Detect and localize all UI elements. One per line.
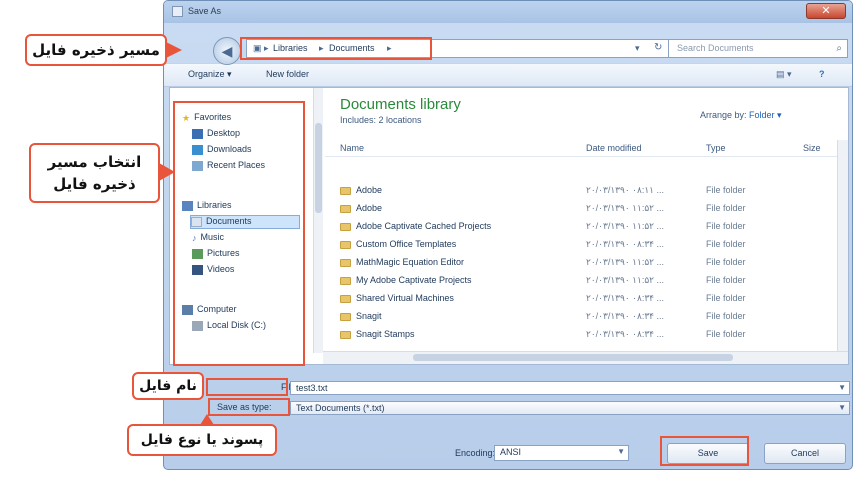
help-icon[interactable]: ? <box>819 69 825 79</box>
folder-icon <box>340 330 351 339</box>
select-path-callout-pointer <box>159 163 175 181</box>
column-headers: Name Date modified Type Size <box>325 140 838 157</box>
horizontal-scroll-thumb[interactable] <box>413 354 733 361</box>
file-list-vertical-scrollbar[interactable] <box>837 140 848 353</box>
arrange-by: Arrange by: Folder ▾ <box>700 110 782 120</box>
file-row[interactable]: Shared Virtual Machines ۲۰/۰۳/۱۳۹۰ ۰۸:۳۴ … <box>340 293 746 307</box>
file-name-callout: نام فایل <box>132 372 204 400</box>
navigation-scrollbar[interactable] <box>313 88 323 353</box>
navigation-scroll-thumb[interactable] <box>315 123 322 213</box>
file-row[interactable]: Snagit Stamps ۲۰/۰۳/۱۳۹۰ ۰۸:۳۴ ... File fo… <box>340 329 746 343</box>
folder-icon <box>340 186 351 195</box>
folder-icon <box>340 222 351 231</box>
encoding-select[interactable]: ANSI ▼ <box>494 445 629 461</box>
file-row[interactable]: MathMagic Equation Editor ۲۰/۰۳/۱۳۹۰ ۱۱:۵… <box>340 257 746 271</box>
path-callout-pointer <box>166 42 182 58</box>
folder-icon <box>340 240 351 249</box>
file-row[interactable]: Adobe ۲۰/۰۳/۱۳۹۰ ۱۱:۵۲ ... File folder <box>340 203 746 217</box>
folder-icon <box>340 312 351 321</box>
file-row[interactable]: Adobe Captivate Cached Projects ۲۰/۰۳/۱۳۹… <box>340 221 746 235</box>
command-toolbar: Organize ▾ New folder ▤ ▾ ? <box>164 63 852 87</box>
file-list-horizontal-scrollbar[interactable] <box>323 351 848 364</box>
address-bar-highlight <box>240 37 432 60</box>
chevron-down-icon[interactable]: ▼ <box>838 403 846 412</box>
new-folder-button[interactable]: New folder <box>266 69 309 79</box>
folder-icon <box>340 294 351 303</box>
library-locations-link[interactable]: Includes: 2 locations <box>340 115 422 125</box>
column-name[interactable]: Name <box>340 143 364 153</box>
save-as-type-select[interactable]: Text Documents (*.txt) ▼ <box>290 401 850 415</box>
folder-icon <box>340 258 351 267</box>
file-row[interactable]: Adobe ۲۰/۰۳/۱۳۹۰ ۰۸:۱۱ ... File folder <box>340 185 746 199</box>
file-row[interactable]: My Adobe Captivate Projects ۲۰/۰۳/۱۳۹۰ ۱۱… <box>340 275 746 289</box>
file-name-highlight <box>206 378 288 396</box>
window-icon <box>172 6 183 17</box>
organize-button[interactable]: Organize ▾ <box>188 69 232 80</box>
cancel-button[interactable]: Cancel <box>764 443 846 464</box>
path-callout: مسیر ذخیره فایل <box>25 34 167 66</box>
address-dropdown-icon[interactable]: ▾ <box>635 43 640 54</box>
file-name-input[interactable]: test3.txt ▼ <box>290 381 850 395</box>
search-box[interactable]: Search Documents ⌕ <box>668 39 848 58</box>
close-button[interactable]: ✕ <box>806 3 846 19</box>
encoding-label: Encoding: <box>455 448 496 458</box>
chevron-down-icon[interactable]: ▼ <box>838 383 846 392</box>
column-date-modified[interactable]: Date modified <box>586 143 642 153</box>
file-row[interactable]: Custom Office Templates ۲۰/۰۳/۱۳۹۰ ۰۸:۳۴ … <box>340 239 746 253</box>
column-type[interactable]: Type <box>706 143 726 153</box>
search-icon[interactable]: ⌕ <box>836 43 842 54</box>
file-type-callout-pointer <box>200 414 214 425</box>
refresh-icon[interactable]: ↻ <box>654 42 662 53</box>
file-type-callout: پسوند یا نوع فایل <box>127 424 277 456</box>
save-type-highlight <box>208 398 290 416</box>
arrange-by-dropdown[interactable]: Folder ▾ <box>749 110 782 120</box>
select-path-callout: انتخاب مسیر ذخیره فایل <box>29 143 160 203</box>
views-icon[interactable]: ▤ ▾ <box>776 69 792 80</box>
folder-icon <box>340 276 351 285</box>
column-size[interactable]: Size <box>803 143 821 153</box>
title-bar: Save As ✕ <box>164 1 852 23</box>
folder-icon <box>340 204 351 213</box>
back-arrow-icon[interactable]: ◀ <box>213 37 241 65</box>
window-title: Save As <box>188 6 222 16</box>
save-button-highlight <box>660 436 749 466</box>
file-row[interactable]: Snagit ۲۰/۰۳/۱۳۹۰ ۰۸:۳۴ ... File folder <box>340 311 746 325</box>
library-title: Documents library <box>340 96 461 113</box>
chevron-down-icon[interactable]: ▼ <box>617 447 625 456</box>
navigation-pane-highlight <box>173 101 305 366</box>
